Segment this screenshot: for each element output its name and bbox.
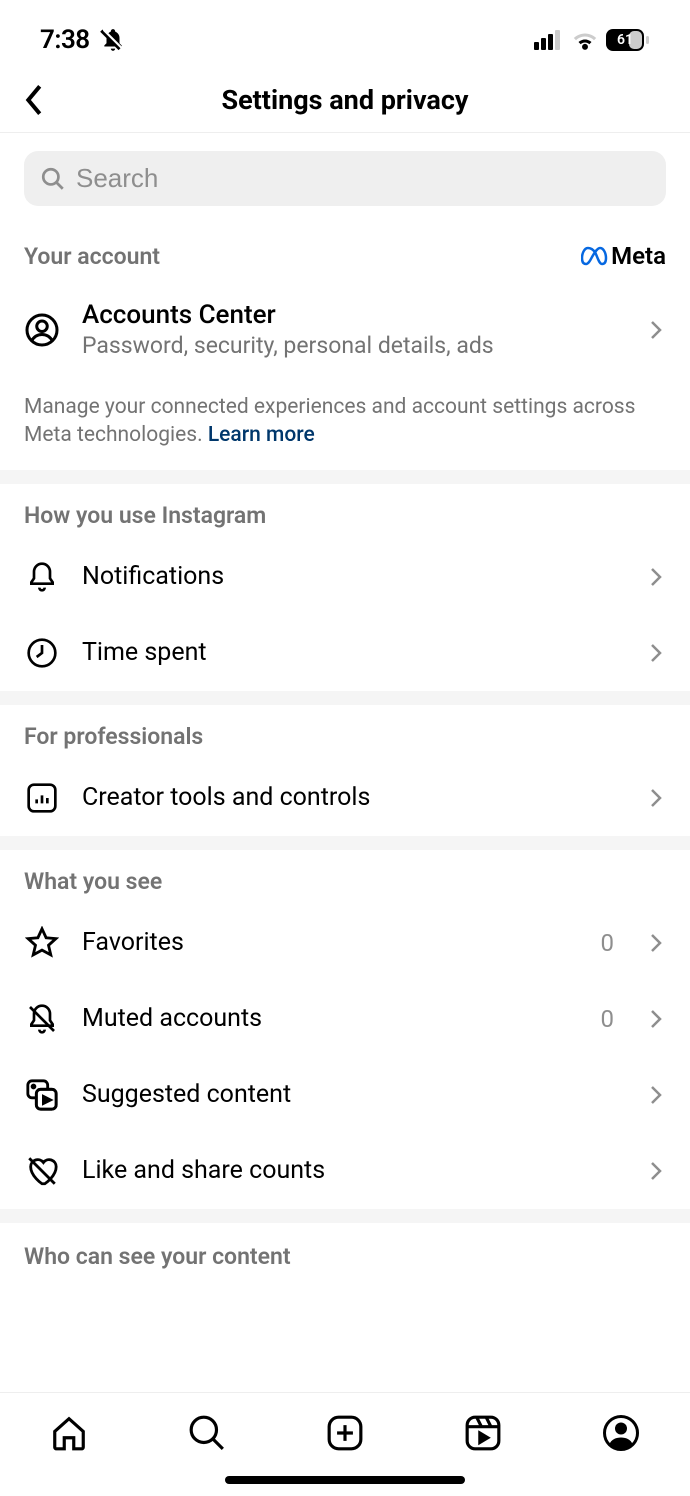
heart-slash-icon	[24, 1153, 60, 1189]
bell-icon	[24, 559, 60, 595]
back-button[interactable]	[20, 84, 48, 116]
accounts-center-note: Manage your connected experiences and ac…	[0, 373, 690, 470]
search-input[interactable]	[76, 163, 650, 194]
creator-tools-label: Creator tools and controls	[82, 783, 624, 812]
status-bar: 7:38	[0, 0, 690, 72]
bottom-nav	[0, 1392, 690, 1496]
chevron-right-icon	[646, 1085, 666, 1105]
create-tab[interactable]	[323, 1411, 367, 1455]
home-indicator	[225, 1476, 465, 1484]
search-field[interactable]	[24, 151, 666, 206]
section-head-see: What you see	[0, 850, 690, 905]
profile-tab[interactable]	[599, 1411, 643, 1455]
divider	[0, 691, 690, 705]
mute-icon	[100, 27, 126, 53]
section-title-usage: How you use Instagram	[24, 502, 266, 529]
bell-slash-icon	[24, 1001, 60, 1037]
status-time: 7:38	[40, 25, 90, 55]
section-head-account: Your account Meta	[0, 224, 690, 280]
chevron-right-icon	[646, 933, 666, 953]
battery-icon: 61	[606, 29, 650, 51]
notifications-label: Notifications	[82, 562, 624, 591]
like-share-item[interactable]: Like and share counts	[0, 1133, 690, 1209]
chevron-right-icon	[646, 320, 666, 340]
meta-logo: Meta	[581, 242, 666, 270]
meta-icon	[581, 246, 609, 266]
time-spent-label: Time spent	[82, 638, 624, 667]
divider	[0, 836, 690, 850]
notifications-item[interactable]: Notifications	[0, 539, 690, 615]
creator-tools-item[interactable]: Creator tools and controls	[0, 760, 690, 836]
muted-accounts-count: 0	[601, 1005, 615, 1033]
meta-text: Meta	[611, 242, 666, 270]
bar-chart-icon	[24, 780, 60, 816]
section-title-pro: For professionals	[24, 723, 203, 750]
favorites-count: 0	[601, 929, 615, 957]
divider	[0, 470, 690, 484]
muted-accounts-label: Muted accounts	[82, 1004, 579, 1033]
suggested-content-label: Suggested content	[82, 1080, 624, 1109]
favorites-item[interactable]: Favorites 0	[0, 905, 690, 981]
media-icon	[24, 1077, 60, 1113]
muted-accounts-item[interactable]: Muted accounts 0	[0, 981, 690, 1057]
page-title: Settings and privacy	[20, 84, 670, 116]
like-share-label: Like and share counts	[82, 1156, 624, 1185]
learn-more-link[interactable]: Learn more	[208, 423, 315, 447]
section-title-see: What you see	[24, 868, 162, 895]
cellular-icon	[534, 30, 564, 50]
chevron-right-icon	[646, 1009, 666, 1029]
status-left: 7:38	[40, 25, 126, 55]
section-head-pro: For professionals	[0, 705, 690, 760]
wifi-icon	[572, 30, 598, 50]
section-title-account: Your account	[24, 243, 160, 270]
status-right: 61	[534, 29, 650, 51]
favorites-label: Favorites	[82, 928, 579, 957]
header: Settings and privacy	[0, 72, 690, 133]
section-head-usage: How you use Instagram	[0, 484, 690, 539]
chevron-right-icon	[646, 1161, 666, 1181]
search-icon	[40, 166, 66, 192]
home-tab[interactable]	[47, 1411, 91, 1455]
clock-icon	[24, 635, 60, 671]
suggested-content-item[interactable]: Suggested content	[0, 1057, 690, 1133]
chevron-right-icon	[646, 567, 666, 587]
divider	[0, 1209, 690, 1223]
accounts-center-sub: Password, security, personal details, ad…	[82, 332, 624, 359]
reels-tab[interactable]	[461, 1411, 505, 1455]
chevron-right-icon	[646, 643, 666, 663]
truncated-section-title: Who can see your content	[0, 1223, 690, 1270]
accounts-center-item[interactable]: Accounts Center Password, security, pers…	[0, 280, 690, 373]
accounts-center-title: Accounts Center	[82, 300, 624, 330]
search-tab[interactable]	[185, 1411, 229, 1455]
chevron-right-icon	[646, 788, 666, 808]
star-icon	[24, 925, 60, 961]
time-spent-item[interactable]: Time spent	[0, 615, 690, 691]
user-circle-icon	[24, 312, 60, 348]
